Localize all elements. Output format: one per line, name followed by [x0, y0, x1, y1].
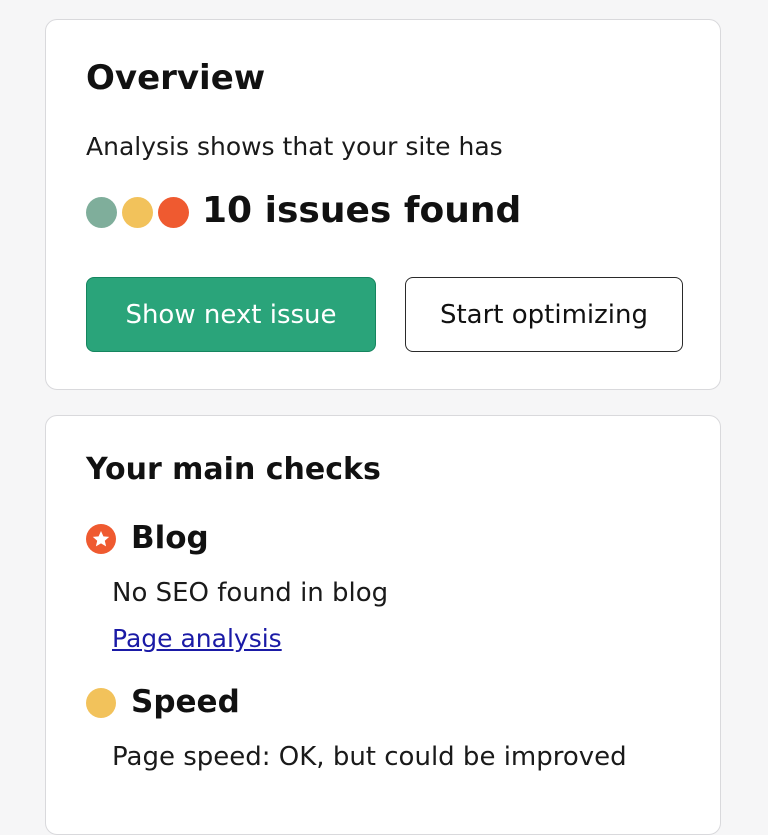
start-optimizing-label: Start optimizing: [439, 299, 648, 330]
circle-icon: [86, 688, 116, 718]
check-name-speed: Speed: [131, 684, 240, 720]
main-checks-card: Your main checks Blog No SEO found in bl…: [45, 415, 721, 835]
start-optimizing-button[interactable]: Start optimizing: [405, 277, 683, 352]
check-description-blog: No SEO found in blog: [112, 578, 389, 608]
show-next-issue-label: Show next issue: [125, 299, 337, 330]
issues-count-label: 10 issues found: [202, 190, 522, 231]
check-name-blog: Blog: [131, 520, 209, 556]
page-analysis-link[interactable]: Page analysis: [112, 624, 282, 653]
overview-subtitle: Analysis shows that your site has: [86, 132, 503, 161]
star-icon: [86, 524, 116, 554]
show-next-issue-button[interactable]: Show next issue: [86, 277, 376, 352]
teal-status-dot: [86, 197, 117, 228]
yellow-status-dot: [122, 197, 153, 228]
red-status-dot: [158, 197, 189, 228]
main-checks-title: Your main checks: [86, 452, 381, 487]
overview-title: Overview: [86, 58, 266, 98]
overview-card: Overview Analysis shows that your site h…: [45, 19, 721, 390]
